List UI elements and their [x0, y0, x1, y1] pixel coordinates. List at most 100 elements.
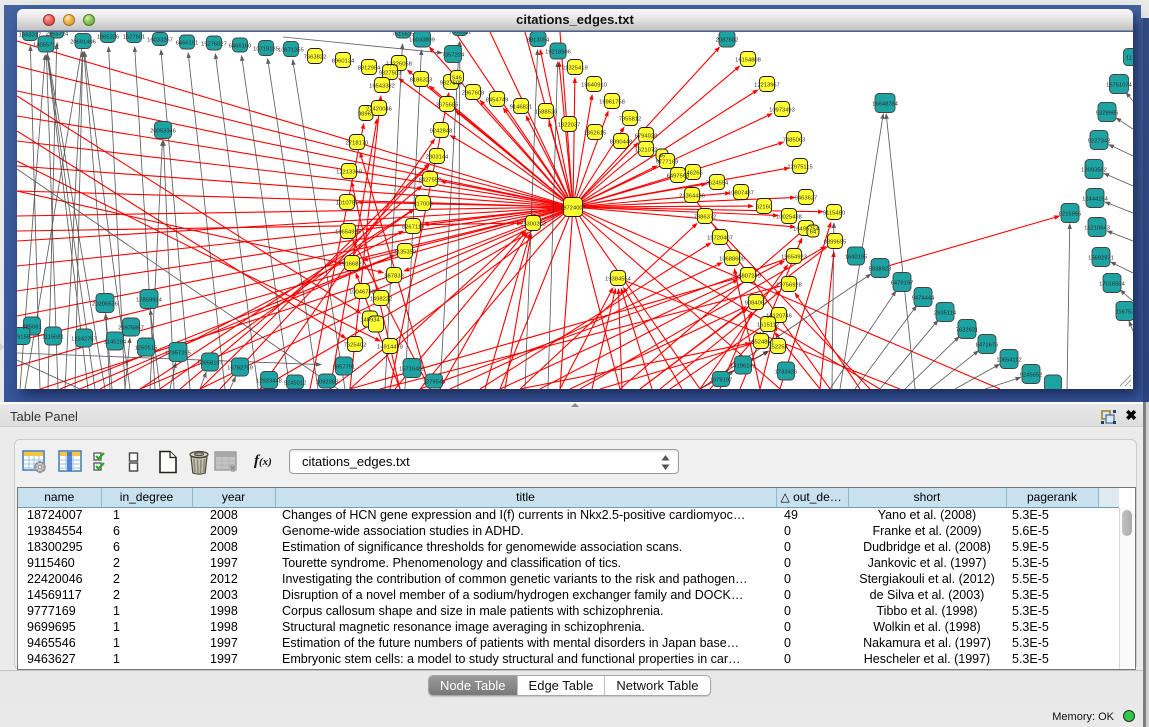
svg-text:8215955: 8215955 [1059, 211, 1082, 217]
svg-text:12242757: 12242757 [71, 336, 97, 342]
svg-text:1250515: 1250515 [135, 345, 158, 351]
svg-text:15692971: 15692971 [1088, 255, 1114, 261]
svg-text:39159: 39159 [17, 334, 30, 340]
svg-text:10025438: 10025438 [776, 214, 802, 220]
svg-text:15716485: 15716485 [399, 366, 425, 372]
svg-text:1527601: 1527601 [123, 34, 146, 40]
svg-text:7386372: 7386372 [694, 214, 717, 220]
svg-text:10973493: 10973493 [769, 107, 795, 113]
svg-text:8960124: 8960124 [332, 58, 355, 64]
svg-text:1065326: 1065326 [97, 34, 120, 40]
svg-text:25300203: 25300203 [520, 221, 546, 227]
svg-text:8813054: 8813054 [527, 37, 550, 43]
svg-text:2867608: 2867608 [462, 90, 485, 96]
svg-text:9463627: 9463627 [795, 195, 818, 201]
svg-text:12923448: 12923448 [256, 378, 282, 384]
svg-text:252254: 252254 [768, 344, 788, 350]
svg-text:16648784: 16648784 [872, 101, 899, 107]
svg-text:9329966: 9329966 [1096, 110, 1119, 116]
svg-text:1615112: 1615112 [757, 322, 779, 328]
svg-text:15807249: 15807249 [735, 273, 761, 279]
svg-text:10958107: 10958107 [197, 360, 223, 366]
svg-text:19654923: 19654923 [781, 254, 807, 260]
svg-text:1145194: 1145194 [104, 339, 127, 345]
svg-text:9146821: 9146821 [510, 104, 533, 110]
svg-text:11325419: 11325419 [562, 65, 587, 71]
svg-text:2803144: 2803144 [426, 154, 449, 160]
svg-text:1010755: 1010755 [336, 200, 359, 206]
svg-text:14914479: 14914479 [377, 344, 403, 350]
svg-text:15276027: 15276027 [201, 41, 227, 47]
svg-text:15720407: 15720407 [707, 235, 733, 241]
svg-text:62160: 62160 [756, 204, 772, 210]
svg-text:20975867: 20975867 [118, 325, 144, 331]
svg-text:7357224: 7357224 [442, 52, 465, 58]
svg-text:6466160: 6466160 [229, 43, 252, 49]
svg-text:2718170: 2718170 [346, 140, 369, 146]
svg-text:140934: 140934 [360, 317, 380, 323]
svg-text:19654925: 19654925 [335, 229, 361, 235]
svg-text:8899695: 8899695 [824, 239, 847, 245]
svg-text:18724007: 18724007 [560, 205, 586, 211]
svg-text:13226058: 13226058 [386, 61, 412, 67]
svg-text:1135359: 1135359 [394, 249, 416, 255]
svg-text:10688609: 10688609 [719, 256, 745, 262]
svg-text:7485063: 7485063 [783, 137, 806, 143]
svg-text:10671355: 10671355 [278, 47, 304, 53]
svg-text:15751074: 15751074 [1106, 82, 1133, 88]
svg-text:1362615: 1362615 [584, 130, 607, 136]
svg-text:3675685: 3675685 [436, 102, 459, 108]
svg-text:2935114: 2935114 [934, 310, 957, 316]
svg-text:6479197: 6479197 [891, 280, 914, 286]
svg-text:7955812: 7955812 [619, 116, 642, 122]
svg-text:9777169: 9777169 [656, 159, 679, 165]
svg-text:9227342: 9227342 [1088, 138, 1111, 144]
svg-text:9327503: 9327503 [379, 70, 402, 76]
svg-text:19756928: 19756928 [776, 282, 802, 288]
svg-text:19384554: 19384554 [605, 276, 632, 282]
svg-text:64: 64 [810, 229, 817, 235]
svg-text:19166827: 19166827 [339, 261, 365, 267]
svg-text:22420046: 22420046 [366, 106, 392, 112]
svg-text:16120746: 16120746 [766, 313, 792, 319]
svg-text:5938923: 5938923 [869, 266, 892, 272]
svg-text:7625402: 7625402 [344, 342, 367, 348]
svg-text:7663821: 7663821 [449, 32, 472, 35]
svg-text:10719185: 10719185 [253, 46, 279, 52]
svg-text:17859924: 17859924 [136, 297, 163, 303]
svg-text:8990448: 8990448 [610, 139, 633, 145]
svg-text:20691406: 20691406 [70, 39, 96, 45]
svg-text:16154808: 16154808 [735, 57, 761, 63]
svg-text:20053346: 20053346 [150, 128, 176, 134]
svg-text:1379546: 1379546 [423, 379, 446, 385]
svg-text:9245652: 9245652 [1020, 372, 1043, 378]
svg-text:1693317: 1693317 [19, 32, 42, 38]
svg-text:887833: 887833 [384, 273, 403, 279]
svg-text:20206536: 20206536 [92, 301, 118, 307]
svg-text:116753: 116753 [1116, 309, 1133, 315]
svg-text:1733426: 1733426 [775, 369, 798, 375]
svg-text:1322037: 1322037 [558, 122, 581, 128]
svg-text:6497568: 6497568 [667, 173, 690, 179]
svg-text:10654112: 10654112 [996, 357, 1021, 363]
svg-text:12093582: 12093582 [1081, 167, 1107, 173]
svg-text:9115460: 9115460 [823, 210, 845, 216]
svg-text:18640910: 18640910 [581, 82, 607, 88]
svg-text:12213967: 12213967 [754, 82, 780, 88]
svg-text:7632621: 7632621 [956, 327, 979, 333]
svg-text:10807487: 10807487 [728, 190, 754, 196]
svg-text:2087682: 2087682 [716, 37, 739, 43]
svg-text:8267110: 8267110 [402, 224, 424, 230]
svg-text:21364436: 21364436 [679, 193, 705, 199]
svg-text:12444154: 12444154 [1082, 196, 1109, 202]
svg-text:14196141: 14196141 [730, 363, 756, 369]
svg-text:9084067: 9084067 [745, 300, 768, 306]
svg-text:2055724: 2055724 [46, 32, 69, 37]
svg-text:7663822: 7663822 [304, 54, 327, 60]
svg-text:12213369: 12213369 [336, 169, 362, 175]
svg-text:8427552: 8427552 [419, 177, 442, 183]
svg-text:9474444: 9474444 [912, 295, 935, 301]
svg-text:6466161: 6466161 [176, 40, 199, 46]
svg-text:9857791: 9857791 [333, 364, 356, 370]
svg-text:19218506: 19218506 [545, 49, 571, 55]
